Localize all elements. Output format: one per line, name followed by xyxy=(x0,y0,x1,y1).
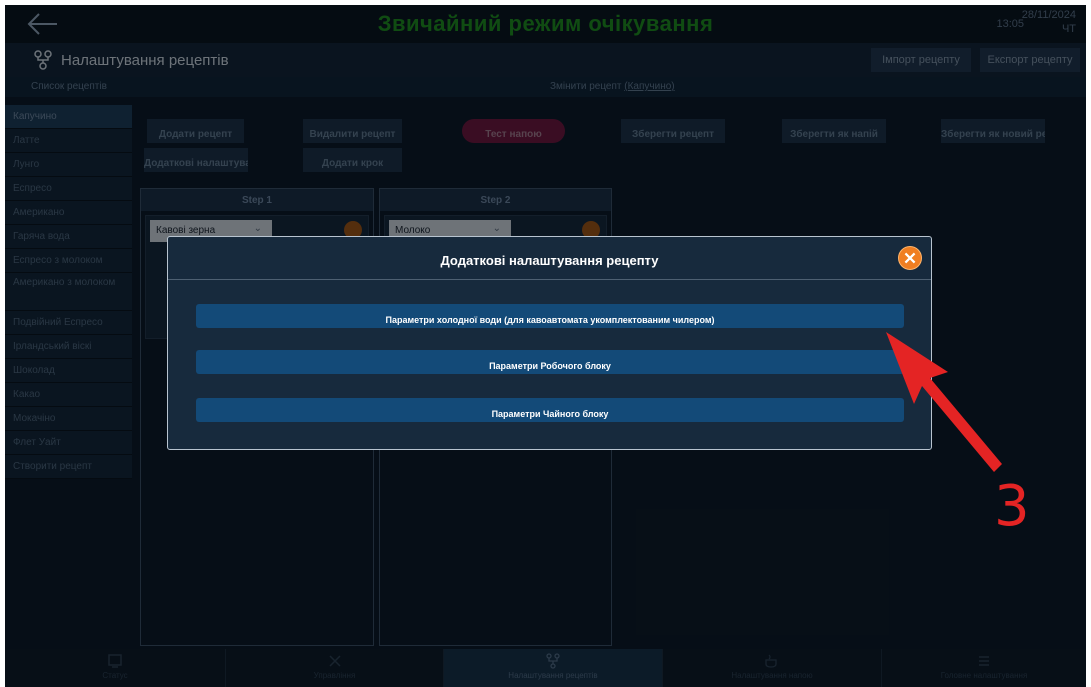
cold-water-params-button[interactable]: Параметри холодної води (для кавоавтомат… xyxy=(196,304,904,328)
brew-unit-params-button[interactable]: Параметри Робочого блоку xyxy=(196,350,904,374)
recipe-extra-settings-dialog: Додаткові налаштування рецепту Параметри… xyxy=(167,236,932,450)
tea-unit-params-button[interactable]: Параметри Чайного блоку xyxy=(196,398,904,422)
annotation-arrow-icon xyxy=(886,332,1002,472)
dialog-divider xyxy=(168,279,931,280)
close-icon[interactable] xyxy=(898,246,922,270)
annotation-number: 3 xyxy=(994,474,1030,539)
dialog-title: Додаткові налаштування рецепту xyxy=(440,253,659,268)
